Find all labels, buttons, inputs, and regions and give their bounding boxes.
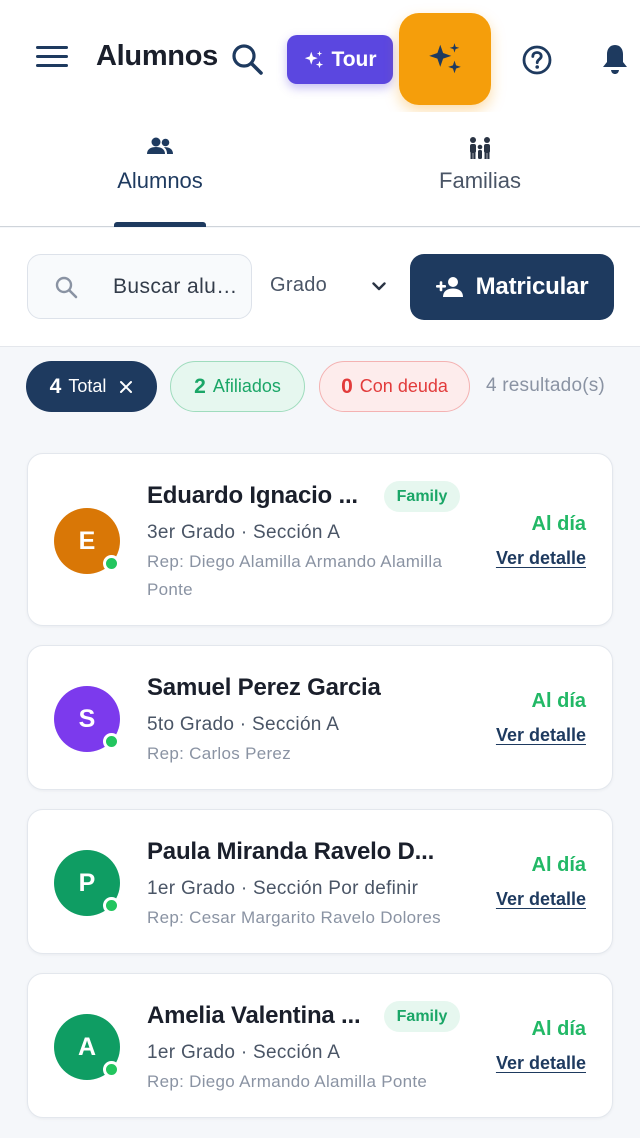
- tab-alumnos[interactable]: Alumnos: [0, 112, 320, 227]
- enroll-label: Matricular: [475, 273, 589, 300]
- view-detail-link[interactable]: Ver detalle: [496, 889, 586, 910]
- search-placeholder: Buscar alu…: [113, 275, 238, 298]
- page-title: Alumnos: [96, 40, 218, 72]
- avatar: A: [54, 1014, 120, 1080]
- chip-count: 2: [194, 374, 206, 398]
- grade-select[interactable]: Grado: [270, 254, 395, 319]
- family-badge: Family: [384, 481, 460, 512]
- avatar-initial: S: [78, 704, 96, 733]
- avatar: S: [54, 686, 120, 752]
- filter-bar: Buscar alu… Grado Matricular: [0, 228, 640, 347]
- student-grade: 1er Grado · Sección A: [147, 1042, 341, 1063]
- search-input[interactable]: Buscar alu…: [27, 254, 252, 319]
- student-name: Amelia Valentina ...: [147, 1002, 361, 1029]
- add-user-icon: [435, 277, 463, 297]
- avatar-initial: P: [78, 868, 96, 897]
- avatar: E: [54, 508, 120, 574]
- tour-button[interactable]: Tour: [287, 35, 393, 84]
- view-detail-link[interactable]: Ver detalle: [496, 1053, 586, 1074]
- chip-count: 0: [341, 374, 353, 398]
- chip-con-deuda[interactable]: 0 Con deuda: [319, 361, 470, 412]
- sparkles-icon: [305, 50, 324, 68]
- online-status-dot: [103, 897, 120, 914]
- view-detail-link[interactable]: Ver detalle: [496, 548, 586, 569]
- student-name: Eduardo Ignacio ...: [147, 482, 358, 509]
- family-icon: [470, 137, 490, 159]
- student-grade: 1er Grado · Sección Por definir: [147, 878, 419, 899]
- sparkles-icon: [429, 43, 461, 74]
- grade-select-label: Grado: [270, 274, 328, 296]
- payment-status: Al día: [531, 513, 586, 535]
- chip-count: 4: [49, 374, 62, 398]
- top-app-bar: Alumnos Tour: [0, 0, 640, 112]
- tab-label: Alumnos: [117, 168, 203, 193]
- avatar-initial: A: [77, 1032, 97, 1061]
- avatar-initial: E: [78, 526, 96, 555]
- enroll-button[interactable]: Matricular: [410, 254, 614, 320]
- payment-status: Al día: [531, 854, 586, 876]
- online-status-dot: [103, 733, 120, 750]
- close-icon[interactable]: [119, 380, 133, 394]
- student-grade: 3er Grado · Sección A: [147, 522, 341, 543]
- avatar: P: [54, 850, 120, 916]
- student-grade: 5to Grado · Sección A: [147, 714, 340, 735]
- section-tabs: Alumnos Familias: [0, 112, 640, 227]
- tour-label: Tour: [331, 47, 377, 71]
- student-name: Samuel Perez Garcia: [147, 674, 381, 701]
- help-icon[interactable]: [521, 44, 553, 76]
- chip-total[interactable]: 4 Total: [26, 361, 157, 412]
- family-badge: Family: [384, 1001, 460, 1032]
- view-detail-link[interactable]: Ver detalle: [496, 725, 586, 746]
- chip-label: Afiliados: [212, 376, 281, 396]
- search-icon: [55, 276, 78, 299]
- student-card[interactable]: A Amelia Valentina ... Family 1er Grado …: [27, 973, 613, 1118]
- chip-label: Total: [68, 376, 107, 396]
- ai-assistant-button[interactable]: [399, 13, 491, 105]
- results-count: 4 resultado(s): [486, 375, 605, 396]
- menu-icon[interactable]: [36, 46, 68, 72]
- users-icon: [147, 137, 173, 154]
- student-representative: Rep: Cesar Margarito Ravelo Dolores: [147, 908, 441, 927]
- chip-afiliados[interactable]: 2 Afiliados: [170, 361, 305, 412]
- student-card[interactable]: P Paula Miranda Ravelo D... 1er Grado · …: [27, 809, 613, 954]
- student-card[interactable]: S Samuel Perez Garcia 5to Grado · Secció…: [27, 645, 613, 790]
- student-name: Paula Miranda Ravelo D...: [147, 838, 435, 865]
- student-representative: Rep: Diego Armando Alamilla Ponte: [147, 1072, 428, 1091]
- student-representative: Rep: Carlos Perez: [147, 744, 291, 763]
- online-status-dot: [103, 555, 120, 572]
- bell-icon[interactable]: [599, 42, 631, 76]
- chip-label: Con deuda: [359, 376, 448, 396]
- online-status-dot: [103, 1061, 120, 1078]
- tab-familias[interactable]: Familias: [320, 112, 640, 227]
- payment-status: Al día: [531, 690, 586, 712]
- payment-status: Al día: [531, 1018, 586, 1040]
- active-tab-indicator: [114, 222, 206, 227]
- search-icon[interactable]: [230, 42, 264, 76]
- student-representative: Rep: Diego Alamilla Armando Alamilla Pon…: [147, 552, 443, 599]
- student-card[interactable]: E Eduardo Ignacio ... Family 3er Grado ·…: [27, 453, 613, 626]
- tab-label: Familias: [439, 168, 521, 193]
- chevron-down-icon: [372, 282, 386, 291]
